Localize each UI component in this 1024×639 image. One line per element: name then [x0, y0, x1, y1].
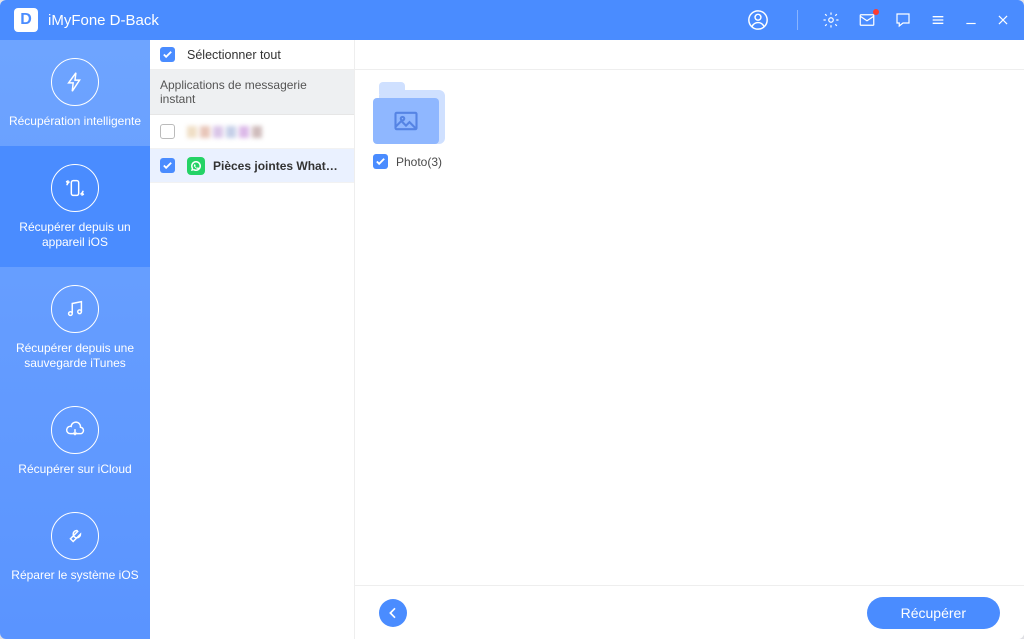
content-main: Photo(3): [355, 70, 1024, 585]
minimize-icon[interactable]: [964, 13, 978, 27]
folder-label-row: Photo(3): [373, 154, 453, 169]
recover-button[interactable]: Récupérer: [867, 597, 1000, 629]
folder-label-text: Photo(3): [396, 155, 442, 169]
mail-icon[interactable]: [858, 11, 876, 29]
music-note-icon: [51, 285, 99, 333]
select-all-row[interactable]: Sélectionner tout: [150, 40, 354, 70]
gear-icon[interactable]: [822, 11, 840, 29]
notification-dot: [873, 9, 879, 15]
group-header: Applications de messagerie instant: [150, 70, 354, 115]
account-icon[interactable]: [747, 9, 769, 31]
blurred-item-placeholder: [187, 126, 262, 138]
sidebar-item-label: Récupérer depuis une sauvegarde iTunes: [8, 341, 142, 372]
sidebar: Récupération intelligente Récupérer depu…: [0, 40, 150, 639]
sidebar-item-recover-icloud[interactable]: Récupérer sur iCloud: [0, 388, 150, 494]
content-panel: Photo(3) Récupérer: [355, 40, 1024, 639]
select-all-label: Sélectionner tout: [187, 48, 281, 62]
sidebar-item-label: Récupérer depuis un appareil iOS: [8, 220, 142, 251]
titlebar: D iMyFone D-Back: [0, 0, 1024, 40]
sidebar-item-smart-recovery[interactable]: Récupération intelligente: [0, 40, 150, 146]
folder-checkbox[interactable]: [373, 154, 388, 169]
footer: Récupérer: [355, 585, 1024, 639]
list-item[interactable]: [150, 115, 354, 149]
app-window: D iMyFone D-Back: [0, 0, 1024, 639]
sidebar-item-label: Réparer le système iOS: [8, 568, 142, 584]
list-item-whatsapp-attachments[interactable]: Pièces jointes WhatsApp (3): [150, 149, 354, 183]
content-toolbar: [355, 40, 1024, 70]
feedback-icon[interactable]: [894, 11, 912, 29]
sidebar-item-label: Récupération intelligente: [8, 114, 142, 130]
item-checkbox[interactable]: [160, 158, 175, 173]
app-body: Récupération intelligente Récupérer depu…: [0, 40, 1024, 639]
sidebar-item-recover-ios-device[interactable]: Récupérer depuis un appareil iOS: [0, 146, 150, 267]
lightning-icon: [51, 58, 99, 106]
titlebar-icons: [747, 9, 1010, 31]
menu-icon[interactable]: [930, 12, 946, 28]
app-logo: D: [14, 8, 38, 32]
back-button[interactable]: [379, 599, 407, 627]
whatsapp-icon: [187, 157, 205, 175]
app-title: iMyFone D-Back: [48, 12, 159, 29]
file-type-list: Sélectionner tout Applications de messag…: [150, 40, 355, 639]
phone-refresh-icon: [51, 164, 99, 212]
folder-icon: [373, 86, 445, 144]
sidebar-item-label: Récupérer sur iCloud: [8, 462, 142, 478]
sidebar-item-recover-itunes[interactable]: Récupérer depuis une sauvegarde iTunes: [0, 267, 150, 388]
close-icon[interactable]: [996, 13, 1010, 27]
wrench-icon: [51, 512, 99, 560]
sidebar-item-repair-ios[interactable]: Réparer le système iOS: [0, 494, 150, 600]
cloud-download-icon: [51, 406, 99, 454]
folder-photo[interactable]: Photo(3): [373, 86, 453, 169]
item-label: Pièces jointes WhatsApp (3): [213, 159, 344, 173]
item-checkbox[interactable]: [160, 124, 175, 139]
select-all-checkbox[interactable]: [160, 47, 175, 62]
